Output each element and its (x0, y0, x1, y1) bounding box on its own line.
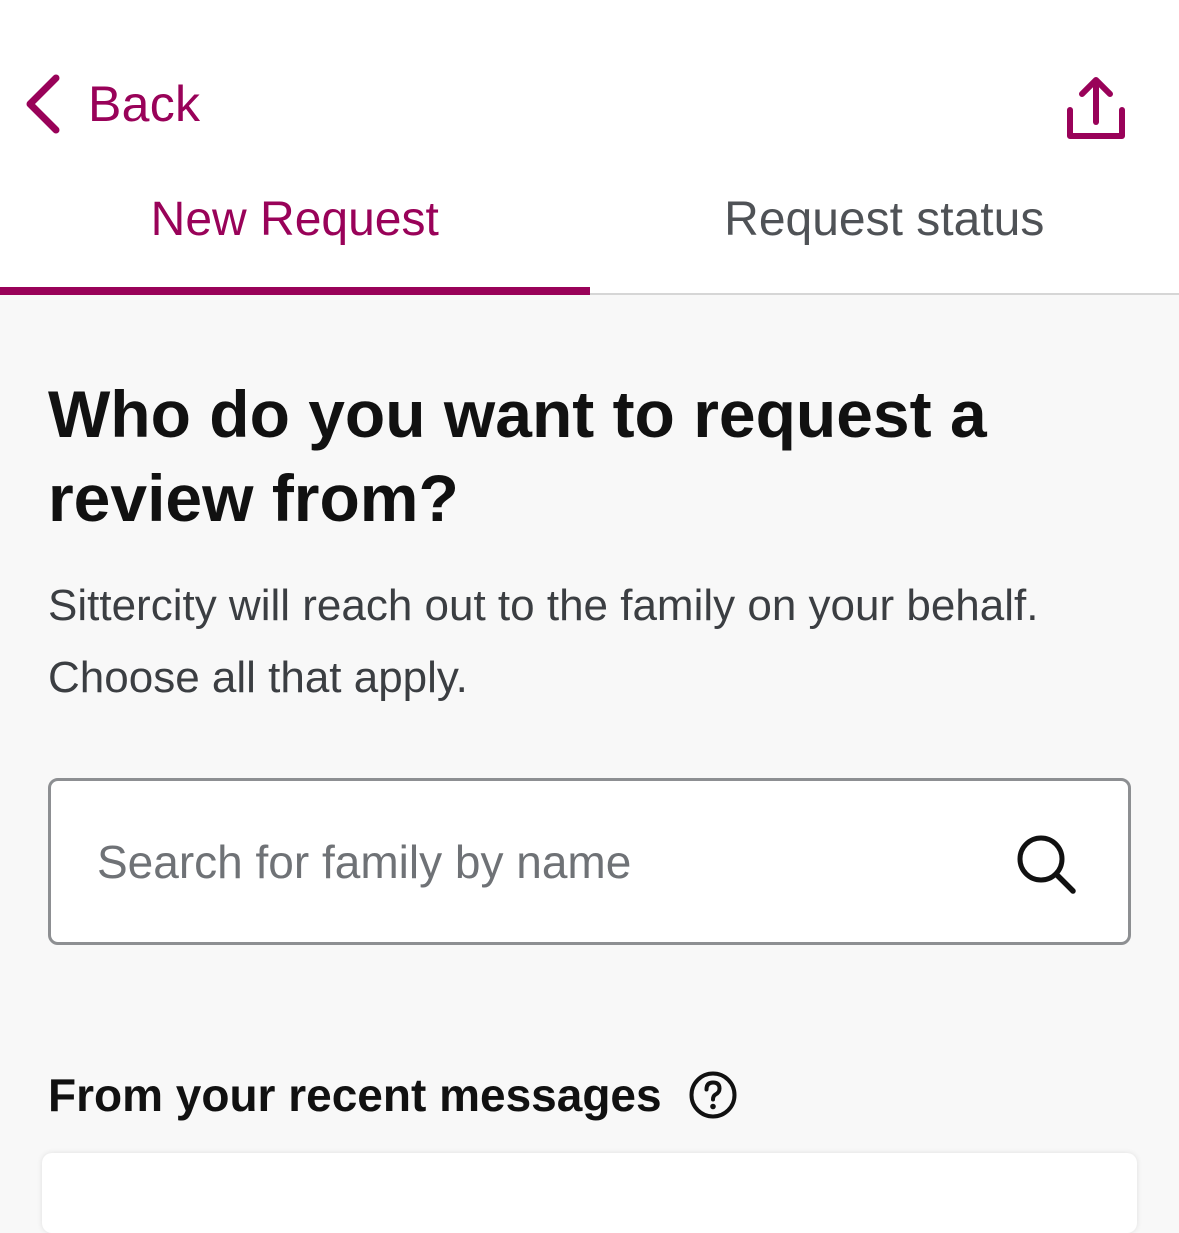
search-field[interactable] (48, 778, 1131, 945)
tab-new-request[interactable]: New Request (0, 170, 590, 293)
back-label: Back (88, 75, 200, 133)
tab-request-status[interactable]: Request status (590, 170, 1179, 293)
recent-messages-heading: From your recent messages (48, 1068, 738, 1122)
chevron-left-icon (22, 72, 66, 136)
tab-bar: New Request Request status (0, 170, 1179, 295)
page-title: Who do you want to request a review from… (48, 372, 1138, 540)
share-button[interactable] (1060, 72, 1132, 144)
back-button[interactable]: Back (22, 70, 200, 138)
share-icon (1060, 72, 1132, 144)
search-input[interactable] (97, 781, 977, 942)
page-description: Sittercity will reach out to the family … (48, 570, 1138, 714)
section-title-label: From your recent messages (48, 1068, 662, 1122)
help-circle-icon[interactable] (688, 1070, 738, 1120)
search-icon[interactable] (1015, 833, 1079, 897)
recent-family-card[interactable] (42, 1153, 1137, 1233)
top-bar: Back New Request Request status (0, 0, 1179, 295)
tab-label: New Request (151, 192, 439, 247)
tab-label: Request status (724, 192, 1044, 247)
